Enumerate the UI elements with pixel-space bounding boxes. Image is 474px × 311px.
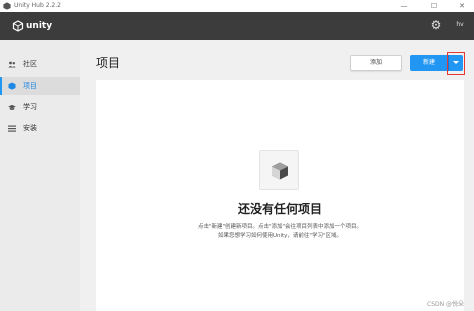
account-avatar[interactable]: hv — [452, 18, 468, 32]
sidebar-item-label: 学习 — [23, 103, 37, 111]
sidebar-item-projects[interactable]: 项目 — [0, 77, 80, 95]
sidebar-item-label: 安装 — [23, 124, 37, 132]
new-project-button[interactable]: 新建 — [410, 55, 448, 71]
maximize-button[interactable]: ☐ — [424, 0, 444, 12]
unity-logo: unity — [12, 19, 52, 33]
sidebar-item-community[interactable]: 社区 — [0, 55, 80, 73]
projects-panel: 还没有任何项目 点击"新建"创建新项目。点击"添加"会往项目列表中添加一个项目。… — [96, 80, 464, 311]
cube-icon — [8, 82, 16, 90]
gear-icon[interactable]: ⚙ — [430, 18, 442, 32]
main-content: 项目 添加 新建 还没有任何项目 点击"新建"创建新项目。点击"添加"会往项目列… — [80, 40, 474, 311]
window-title: Unity Hub 2.2.2 — [14, 2, 61, 9]
empty-state-description: 点击"新建"创建新项目。点击"添加"会往项目列表中添加一个项目。 — [197, 224, 363, 230]
empty-state-illustration — [259, 150, 299, 190]
sidebar-item-learn[interactable]: 学习 — [0, 98, 80, 116]
watermark-text: CSDN @悦朵 — [427, 301, 465, 308]
page-title: 项目 — [96, 56, 121, 70]
sidebar-item-label: 项目 — [23, 82, 37, 90]
sidebar: 社区 项目 学习 安装 — [0, 40, 80, 311]
empty-state-description: 如果您想学习如何使用Unity，请前往"学习"区域。 — [217, 233, 342, 239]
close-button[interactable]: ✕ — [452, 0, 472, 12]
logo-text: unity — [26, 21, 53, 31]
unity-hub-app-icon — [3, 2, 11, 10]
sidebar-item-installs[interactable]: 安装 — [0, 119, 80, 137]
unity-logo-icon — [12, 20, 24, 32]
app-header: unity — [0, 12, 474, 40]
graduation-cap-icon — [8, 103, 16, 111]
window-titlebar: Unity Hub 2.2.2 — ☐ ✕ — [0, 0, 474, 12]
highlight-annotation — [447, 52, 465, 75]
sidebar-item-label: 社区 — [23, 60, 37, 68]
minimize-button[interactable]: — — [394, 0, 414, 12]
list-icon — [8, 124, 16, 132]
add-project-button[interactable]: 添加 — [350, 55, 402, 71]
empty-state-title: 还没有任何项目 — [237, 202, 322, 216]
people-icon — [8, 60, 16, 68]
cube-icon — [272, 162, 288, 180]
